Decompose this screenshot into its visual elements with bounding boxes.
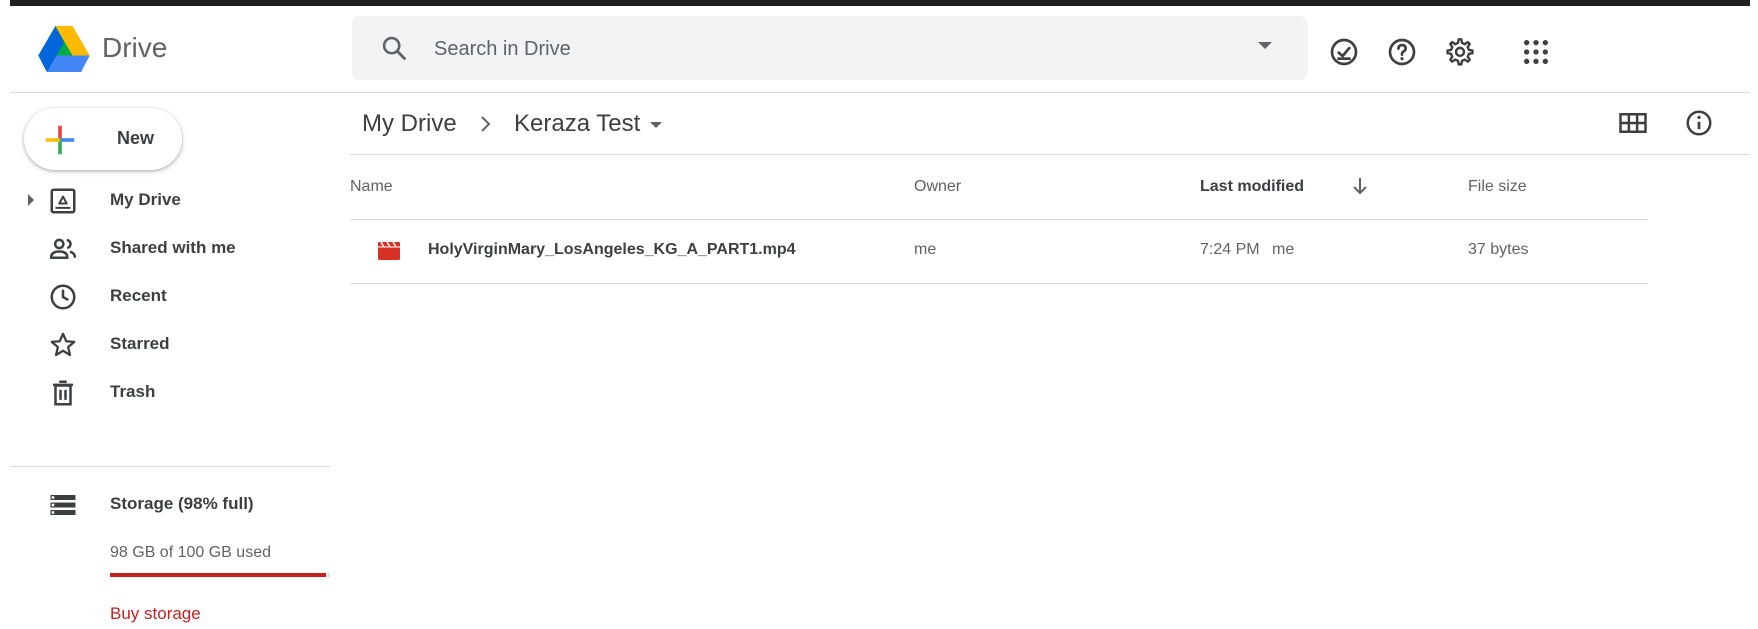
plus-icon: [45, 125, 75, 155]
sidebar-item-label: My Drive: [110, 190, 181, 209]
new-button-label: New: [117, 128, 155, 148]
file-modified-by: me: [1272, 241, 1295, 258]
search-icon[interactable]: [380, 34, 408, 62]
sidebar-item-label: Recent: [110, 286, 167, 305]
folder-menu-dropdown-icon[interactable]: [650, 122, 662, 128]
video-file-icon: [378, 242, 400, 260]
sidebar-item-trash[interactable]: Trash: [10, 368, 340, 416]
table-row[interactable]: HolyVirginMary_LosAngeles_KG_A_PART1.mp4…: [350, 220, 1648, 284]
file-owner: me: [914, 241, 937, 258]
sidebar-item-my-drive[interactable]: My Drive: [10, 176, 340, 224]
chevron-right-icon: [481, 116, 491, 132]
file-modified-time: 7:24 PM: [1200, 241, 1260, 258]
search-bar[interactable]: [352, 16, 1308, 80]
breadcrumb-current[interactable]: Keraza Test: [514, 110, 640, 138]
sidebar-item-recent[interactable]: Recent: [10, 272, 340, 320]
grid-view-icon[interactable]: [1618, 108, 1648, 138]
app-header: Drive: [10, 6, 1750, 93]
storage-progress-fill: [110, 573, 326, 577]
breadcrumb: My Drive Keraza Test: [350, 92, 1750, 155]
sidebar-item-shared-with-me[interactable]: Shared with me: [10, 224, 340, 272]
buy-storage-link[interactable]: Buy storage: [110, 604, 201, 624]
apps-grid-icon[interactable]: [1520, 36, 1552, 68]
main-content: My Drive Keraza Test Name Owner Last mod…: [350, 92, 1750, 629]
column-header-file-size[interactable]: File size: [1468, 178, 1527, 196]
breadcrumb-root[interactable]: My Drive: [362, 110, 457, 138]
file-name[interactable]: HolyVirginMary_LosAngeles_KG_A_PART1.mp4: [428, 241, 796, 259]
app-name: Drive: [102, 32, 168, 63]
column-header-owner[interactable]: Owner: [914, 178, 961, 196]
my-drive-icon: [50, 188, 76, 214]
clock-icon: [50, 284, 76, 310]
storage-icon: [50, 495, 76, 515]
star-icon: [50, 332, 76, 357]
column-header-name[interactable]: Name: [350, 178, 393, 196]
shared-people-icon: [49, 238, 77, 259]
drive-logo-icon: [38, 26, 90, 72]
table-header: Name Owner Last modified File size: [350, 154, 1648, 220]
column-header-last-modified[interactable]: Last modified: [1200, 178, 1304, 196]
file-size: 37 bytes: [1468, 241, 1529, 258]
settings-icon[interactable]: [1444, 36, 1476, 68]
expand-arrow-icon[interactable]: [28, 194, 34, 206]
storage-used-text: 98 GB of 100 GB used: [110, 544, 271, 561]
offline-status-icon[interactable]: [1328, 36, 1360, 68]
sidebar-divider: [10, 466, 330, 467]
search-options-dropdown-icon[interactable]: [1258, 42, 1272, 49]
sidebar: New My Drive Shared with me Recent Starr…: [10, 92, 340, 629]
help-icon[interactable]: [1386, 36, 1418, 68]
storage-progress-bar: [110, 573, 330, 577]
sort-arrow-down-icon[interactable]: [1350, 176, 1370, 196]
sidebar-item-label: Starred: [110, 334, 170, 353]
new-button[interactable]: New: [24, 108, 182, 170]
trash-icon: [53, 380, 73, 406]
search-input[interactable]: [432, 28, 1236, 70]
info-icon[interactable]: [1684, 108, 1714, 138]
sidebar-item-label: Trash: [110, 382, 156, 401]
sidebar-item-label: Shared with me: [110, 238, 236, 257]
storage-title: Storage (98% full): [110, 494, 254, 513]
sidebar-item-starred[interactable]: Starred: [10, 320, 340, 368]
